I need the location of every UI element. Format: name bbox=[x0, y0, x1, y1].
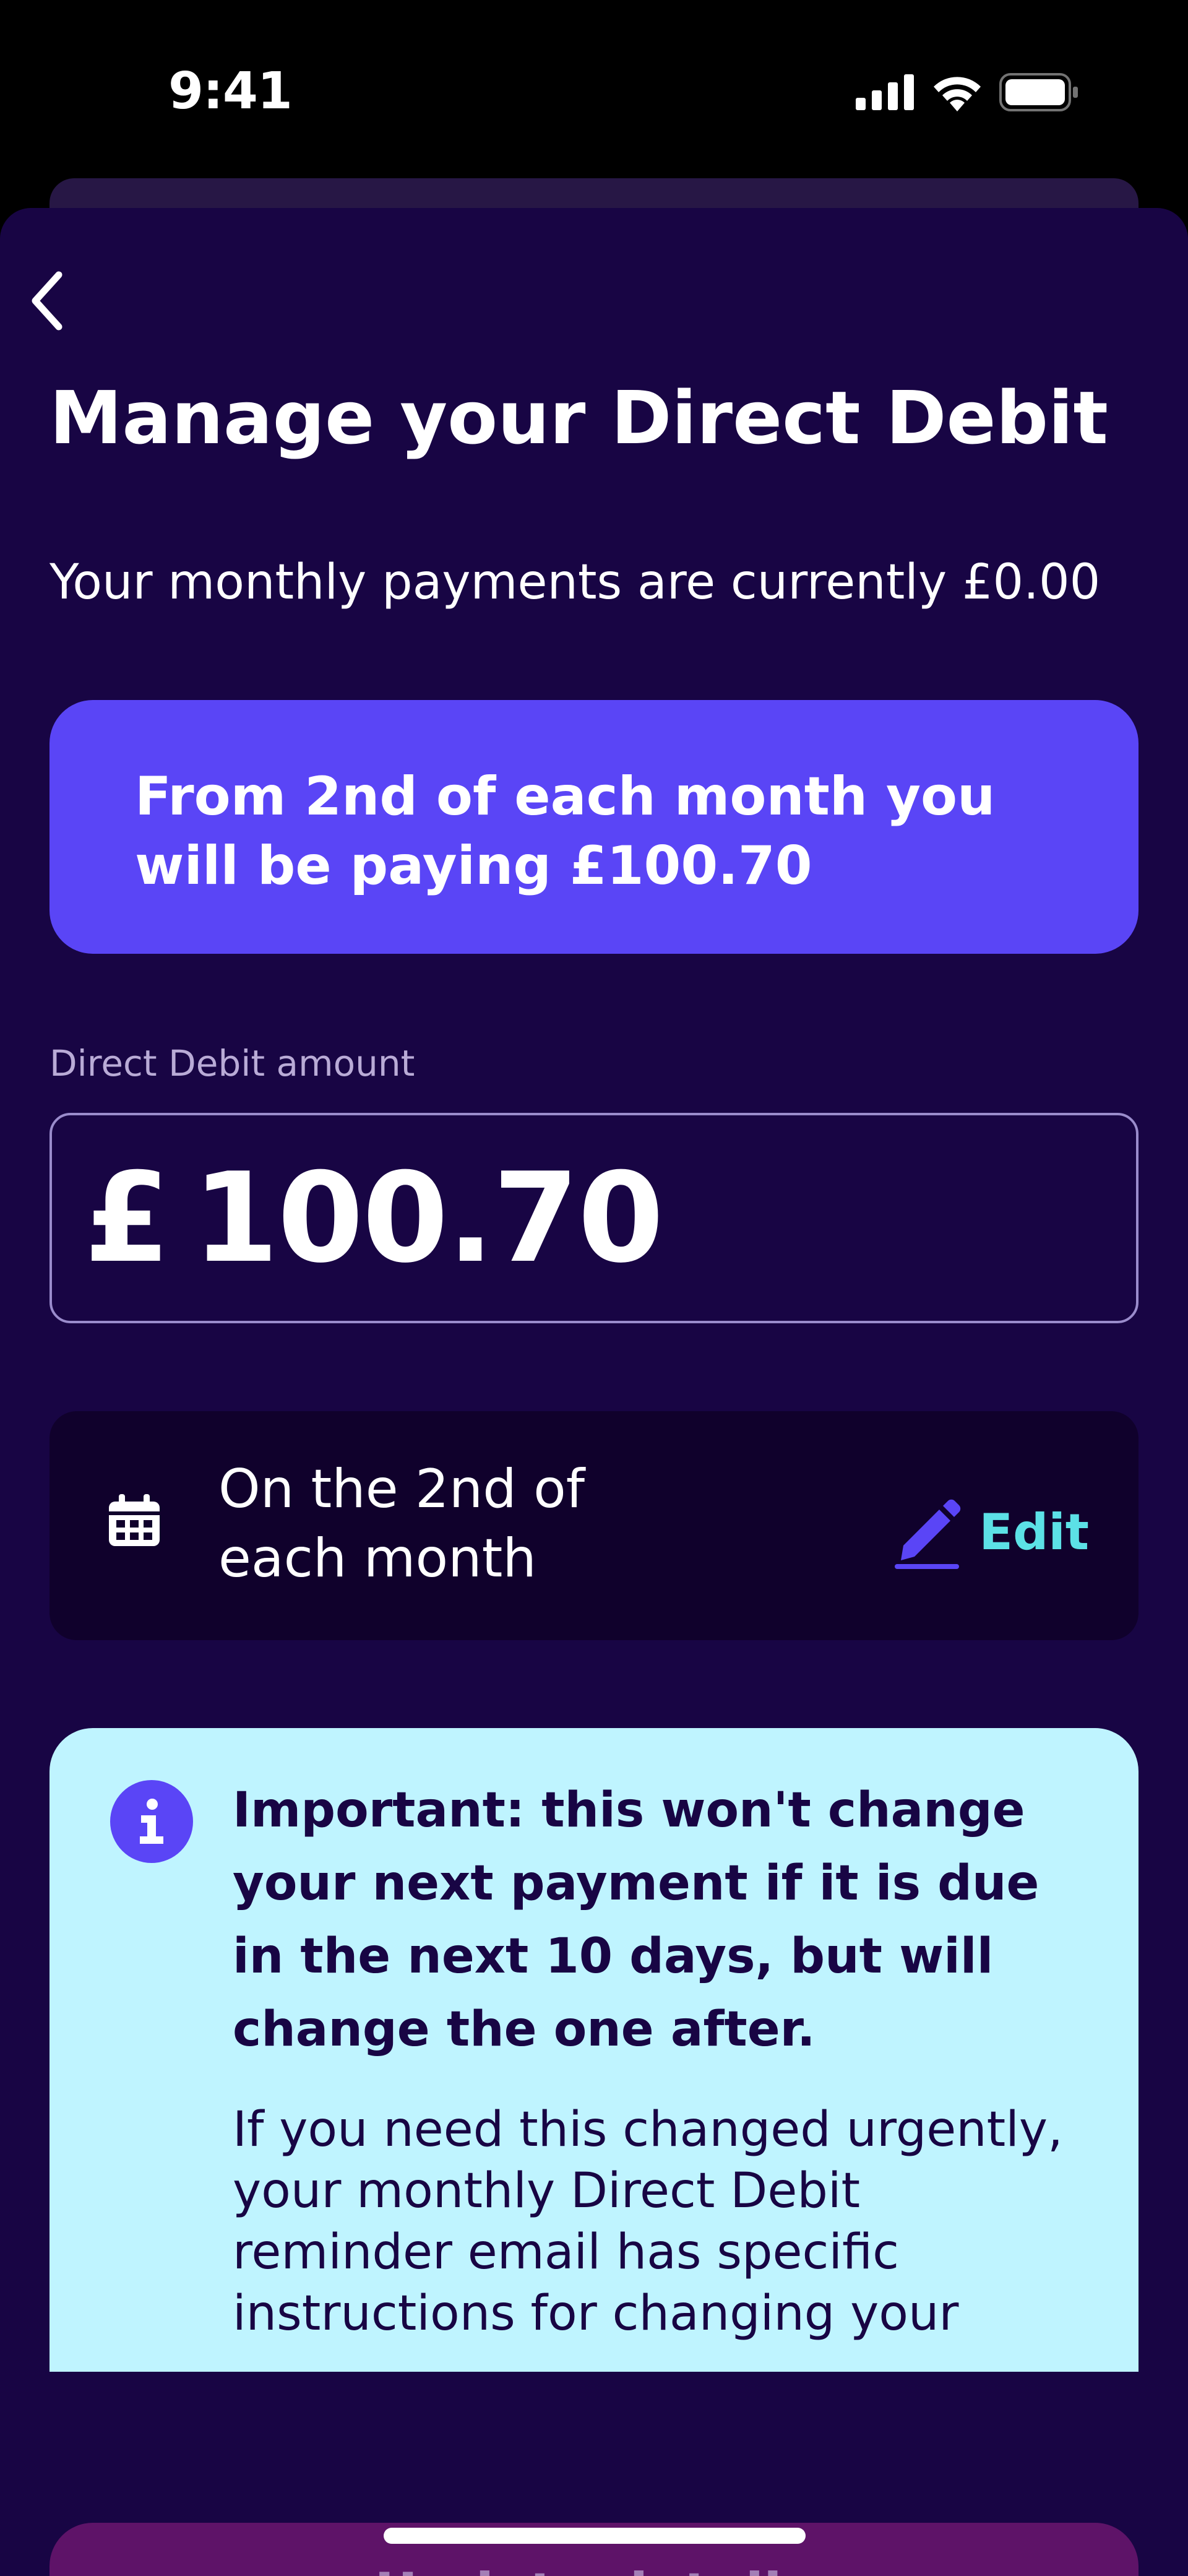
info-icon bbox=[110, 1780, 193, 1863]
chevron-left-icon bbox=[32, 271, 62, 331]
important-info-card: Important: this won't change your next p… bbox=[50, 1728, 1138, 2372]
amount-label: Direct Debit amount bbox=[50, 1042, 415, 1084]
info-body: If you need this changed urgently, your … bbox=[233, 2102, 1063, 2341]
info-heading: Important: this won't change your next p… bbox=[233, 1783, 1040, 2057]
new-payment-banner: From 2nd of each month you will be payin… bbox=[50, 700, 1138, 954]
status-time: 9:41 bbox=[168, 62, 293, 121]
pencil-icon bbox=[895, 1499, 961, 1569]
currency-symbol: £ bbox=[84, 1146, 171, 1290]
edit-label: Edit bbox=[979, 1503, 1089, 1561]
status-bar: 9:41 bbox=[0, 0, 1188, 186]
wifi-icon bbox=[934, 77, 981, 111]
status-icons bbox=[856, 73, 1080, 111]
manage-direct-debit-sheet: Manage your Direct Debit Your monthly pa… bbox=[0, 208, 1188, 2576]
new-payment-text: From 2nd of each month you will be payin… bbox=[135, 766, 996, 897]
payment-date-card: On the 2nd of each month Edit bbox=[50, 1411, 1138, 1640]
signal-icon bbox=[856, 74, 914, 110]
home-indicator bbox=[384, 2528, 806, 2544]
current-payment-text: Your monthly payments are currently £0.0… bbox=[50, 555, 1101, 610]
payment-date-text: On the 2nd of each month bbox=[218, 1458, 585, 1589]
edit-date-button[interactable]: Edit bbox=[893, 1495, 1089, 1569]
amount-value[interactable]: 100.70 bbox=[192, 1146, 664, 1290]
amount-input[interactable]: £ 100.70 bbox=[50, 1113, 1138, 1323]
update-details-label: Update details bbox=[374, 2562, 814, 2576]
page-title: Manage your Direct Debit bbox=[50, 375, 1108, 460]
back-button[interactable] bbox=[19, 264, 74, 338]
battery-icon bbox=[999, 73, 1078, 111]
calendar-icon bbox=[109, 1494, 160, 1546]
